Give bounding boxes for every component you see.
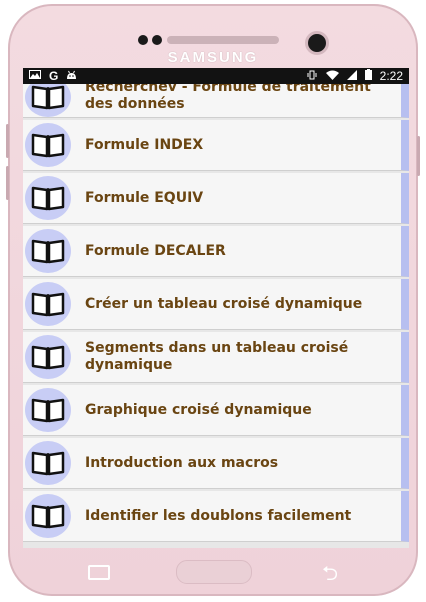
book-icon <box>25 84 71 117</box>
android-icon <box>66 70 77 83</box>
book-icon <box>25 282 71 326</box>
signal-icon <box>346 69 357 83</box>
list-item-label: Formule EQUIV <box>85 189 204 206</box>
status-bar: G 2:22 <box>23 68 409 84</box>
list-item-label: Recherchev - Formule de traitement des d… <box>85 84 371 112</box>
clock: 2:22 <box>379 69 403 83</box>
image-icon <box>29 70 41 82</box>
list-item-label: Formule INDEX <box>85 136 204 153</box>
list-item-label: Graphique croisé dynamique <box>85 401 312 418</box>
list-item-label: Segments dans un tableau croisé dynamiqu… <box>85 340 349 373</box>
book-icon <box>25 229 71 273</box>
list-item[interactable]: Formule EQUIV <box>23 173 409 224</box>
list-item[interactable]: Identifier les doublons facilement <box>23 491 409 542</box>
google-icon: G <box>49 69 59 83</box>
screen: G 2:22 Recherchev - Formule de traitemen… <box>23 68 409 548</box>
list-item[interactable]: Segments dans un tableau croisé dynamiqu… <box>23 332 409 383</box>
list-item[interactable]: Graphique croisé dynamique <box>23 385 409 436</box>
sensor-dot <box>138 35 148 45</box>
hardware-nav-bar: ⮌ <box>0 548 426 588</box>
home-button[interactable] <box>176 560 252 584</box>
book-icon <box>25 335 71 379</box>
book-icon <box>25 441 71 485</box>
wifi-icon <box>325 70 339 83</box>
list-item[interactable]: Formule DECALER <box>23 226 409 277</box>
volume-button <box>6 124 9 158</box>
list-item-label: Identifier les doublons facilement <box>85 507 352 524</box>
list-item[interactable]: Recherchev - Formule de traitement des d… <box>23 84 409 118</box>
lesson-list[interactable]: Recherchev - Formule de traitement des d… <box>23 84 409 548</box>
list-item[interactable]: Formule INDEX <box>23 120 409 171</box>
speaker-grill <box>167 36 279 44</box>
brand-logo: SAMSUNG <box>167 49 259 66</box>
book-icon <box>25 123 71 167</box>
book-icon <box>25 176 71 220</box>
battery-icon <box>364 69 372 83</box>
recents-button[interactable] <box>88 565 110 580</box>
sensor-dot <box>152 35 162 45</box>
vibrate-icon <box>306 70 318 83</box>
back-icon[interactable]: ⮌ <box>322 559 338 593</box>
list-item-label: Créer un tableau croisé dynamique <box>85 295 363 312</box>
list-item-label: Formule DECALER <box>85 242 226 259</box>
bixby-button <box>6 166 9 200</box>
list-item[interactable]: Introduction aux macros <box>23 438 409 489</box>
list-item[interactable]: Créer un tableau croisé dynamique <box>23 279 409 330</box>
list-item-label: Introduction aux macros <box>85 454 279 471</box>
book-icon <box>25 494 71 538</box>
book-icon <box>25 388 71 432</box>
power-button <box>417 136 420 176</box>
